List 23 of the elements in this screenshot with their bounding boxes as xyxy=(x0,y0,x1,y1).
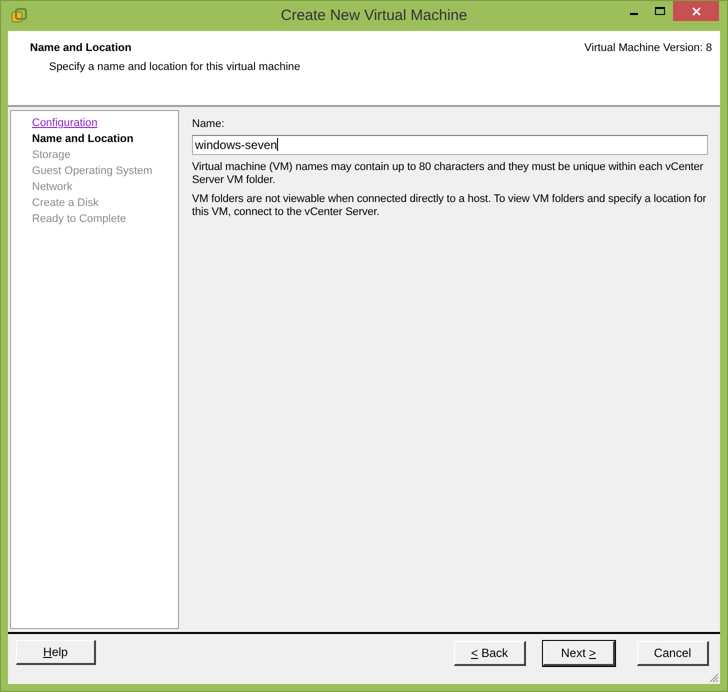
close-button[interactable] xyxy=(673,1,719,21)
cancel-button[interactable]: Cancel xyxy=(637,641,709,666)
window-title: Create New Virtual Machine xyxy=(280,6,468,26)
page-title: Name and Location xyxy=(30,41,132,56)
wizard-step: Guest Operating System xyxy=(32,164,152,178)
next-button[interactable]: Next > xyxy=(543,641,615,666)
resize-grip-icon[interactable] xyxy=(708,672,719,683)
name-label: Name: xyxy=(192,117,226,132)
info-text: VM folders are not viewable when connected directly to a host. To view VM folders and specify a location for this VM, connect to the vCenter Server. xyxy=(192,192,708,218)
name-field[interactable]: windows-seven xyxy=(192,134,708,154)
page-subtitle: Specify a name and location for this virtual machine xyxy=(48,60,300,74)
wizard-step[interactable]: Configuration xyxy=(32,116,98,130)
wizard-step: Ready to Complete xyxy=(32,212,126,226)
back-button[interactable]: < Back xyxy=(454,641,526,666)
wizard-step: Name and Location xyxy=(32,132,134,146)
close-icon xyxy=(692,6,700,16)
help-button[interactable]: Help xyxy=(16,640,96,665)
info-text: Virtual machine (VM) names may contain up to 80 characters and they must be unique within each vCenter Server VM folder. xyxy=(192,160,704,186)
wizard-step: Network xyxy=(32,180,72,194)
wizard-step: Storage xyxy=(32,148,71,162)
version-label: Virtual Machine Version: 8 xyxy=(584,41,712,56)
wizard-step: Create a Disk xyxy=(32,196,99,210)
app-logo-icon xyxy=(11,8,27,24)
